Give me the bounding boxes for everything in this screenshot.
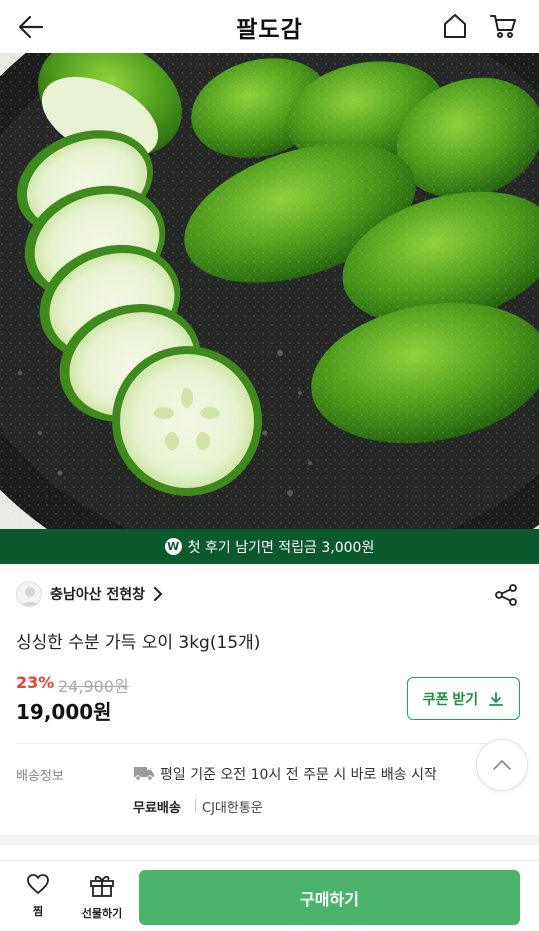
buy-button[interactable]: 구매하기	[139, 870, 520, 925]
product-name: 싱싱한 수분 가득 오이 3kg(15개)	[16, 633, 261, 653]
bottom-action-bar: 찜 선물하기 구매하기	[0, 860, 539, 931]
download-icon	[489, 691, 504, 706]
seller-name: 충남아산 전현창	[50, 587, 146, 603]
original-price: 24,900원	[58, 677, 129, 696]
home-icon[interactable]	[441, 12, 469, 40]
chevron-up-icon	[493, 760, 511, 770]
divider	[16, 743, 519, 744]
user-icon	[20, 587, 40, 606]
shipping-info: 평일 기준 오전 10시 전 주문 시 바로 배송 시작	[160, 767, 437, 783]
wishlist-label: 찜	[32, 905, 44, 918]
coupon-download-button[interactable]: 쿠폰 받기	[407, 677, 520, 720]
gift-icon	[90, 875, 114, 897]
seller-link[interactable]: 충남아산 전현창	[16, 580, 163, 608]
cart-icon[interactable]	[488, 11, 518, 41]
gift-button[interactable]: 선물하기	[76, 873, 128, 921]
gift-label: 선물하기	[81, 907, 123, 920]
sale-price: 19,000원	[16, 700, 112, 724]
chevron-right-icon	[154, 587, 163, 601]
banner-text: 첫 후기 남기면 적립금 3,000원	[187, 539, 375, 556]
reward-w-icon: W	[164, 538, 182, 555]
truck-icon	[134, 767, 154, 781]
app-header: 팔도감	[0, 0, 539, 53]
section-separator	[0, 835, 539, 845]
wishlist-button[interactable]: 찜	[18, 873, 58, 919]
product-image	[0, 53, 539, 529]
heart-icon	[27, 874, 49, 894]
avatar	[16, 581, 42, 607]
shipping-label: 배송정보	[16, 769, 64, 784]
separator	[195, 799, 196, 812]
discount-rate: 23%	[16, 673, 55, 692]
coupon-label: 쿠폰 받기	[422, 690, 479, 707]
review-reward-banner[interactable]: W 첫 후기 남기면 적립금 3,000원	[0, 529, 539, 564]
scroll-top-button[interactable]	[476, 739, 528, 791]
share-icon[interactable]	[494, 583, 518, 607]
free-shipping: 무료배송	[133, 801, 181, 816]
courier-name: CJ대한통운	[202, 801, 263, 816]
